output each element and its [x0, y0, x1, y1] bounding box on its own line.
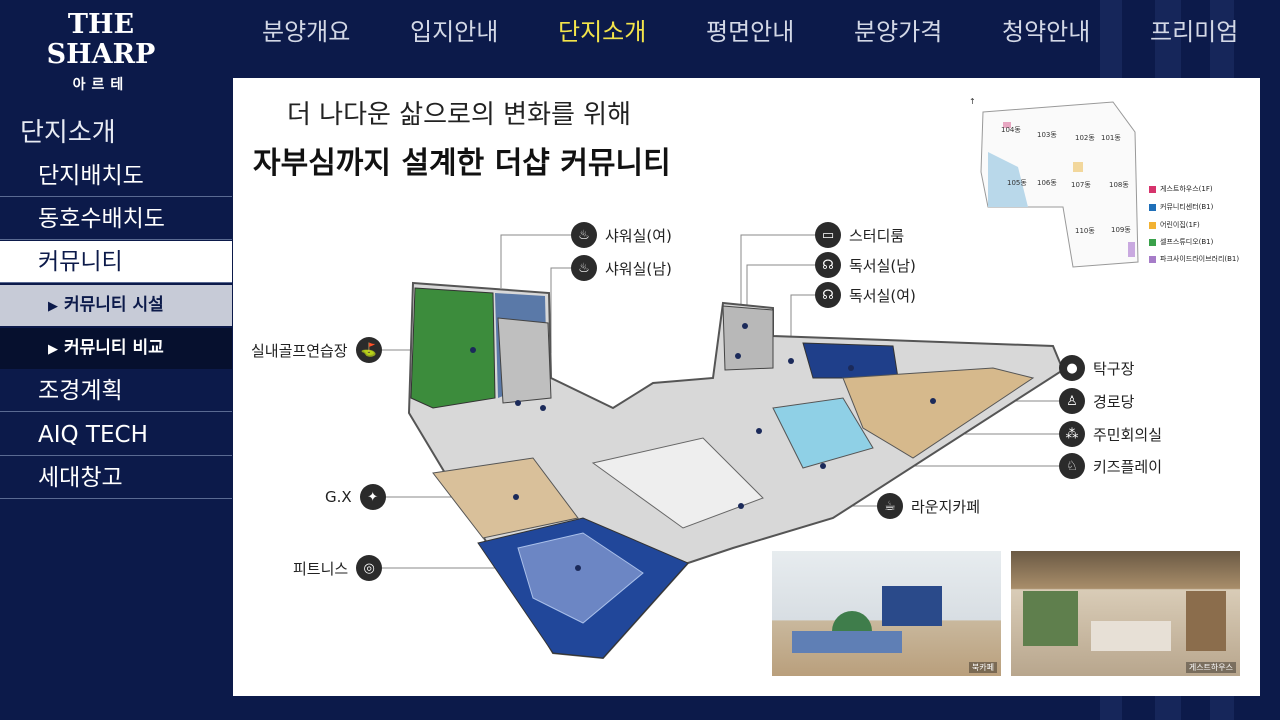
legend-item: 파크사이드라이브러리(B1)	[1149, 254, 1239, 264]
callout-label: 실내골프연습장	[251, 341, 348, 360]
callout-meeting-room: ⁂ 주민회의실	[1059, 421, 1162, 447]
window-shape	[1023, 591, 1078, 646]
callout-label: 경로당	[1093, 392, 1135, 411]
callout-label: 주민회의실	[1093, 425, 1163, 444]
photo-guest-house: 게스트하우스	[1011, 551, 1240, 676]
shelf-shape	[1186, 591, 1226, 651]
callout-label: 탁구장	[1093, 359, 1135, 378]
callout-senior-center: ♙ 경로당	[1059, 388, 1134, 414]
dong-label: 104동	[1001, 126, 1021, 134]
callout-lounge-cafe: ☕ 라운지카페	[877, 493, 980, 519]
legend-item: 셀프스튜디오(B1)	[1149, 237, 1213, 247]
golf-icon: ⛳	[355, 337, 382, 363]
legend-label: 어린이집(1F)	[1160, 221, 1200, 229]
nav-item-overview[interactable]: 분양개요	[262, 14, 350, 50]
photo-caption: 북카페	[968, 662, 997, 673]
sidebar-subitem-label: 커뮤니티 비교	[64, 338, 164, 358]
callout-reading-female: ☊ 독서실(여)	[815, 282, 916, 308]
sidebar-title: 단지소개	[20, 118, 116, 148]
legend-item: 게스트하우스(1F)	[1149, 184, 1213, 194]
logo-subtext: 아르테	[72, 77, 130, 93]
ping-pong-icon: ●	[1059, 355, 1085, 381]
legend-label: 셀프스튜디오(B1)	[1160, 238, 1214, 246]
shower-icon: ♨	[571, 255, 597, 281]
callout-shower-male: ♨ 샤워실(남)	[571, 255, 672, 281]
content-panel: 더 나다운 삶으로의 변화를 위해 자부심까지 설계한 더샵 커뮤니티 ♨ 샤워…	[233, 78, 1260, 696]
legend-swatch	[1149, 203, 1156, 211]
nav-item-complex[interactable]: 단지소개	[558, 14, 646, 50]
callout-label: 독서실(남)	[849, 256, 916, 275]
legend-item: 커뮤니티센터(B1)	[1149, 202, 1213, 212]
dong-label: 103동	[1037, 131, 1057, 139]
dong-label: 106동	[1037, 179, 1057, 187]
sidebar-item-community[interactable]: 커뮤니티	[0, 241, 232, 283]
legend-label: 커뮤니티센터(B1)	[1160, 203, 1214, 211]
shower-icon: ♨	[571, 222, 597, 248]
legend-label: 파크사이드라이브러리(B1)	[1160, 255, 1240, 263]
photo-book-cafe: 북카페	[772, 551, 1001, 676]
book-icon: ▭	[815, 222, 841, 248]
dong-label: 105동	[1007, 179, 1027, 187]
triangle-right-icon: ▶	[48, 342, 58, 357]
counter-shape	[882, 586, 942, 626]
callout-gx: G.X ✦	[325, 484, 386, 510]
callout-label: 스터디룸	[849, 226, 905, 245]
kids-icon: ♘	[1059, 453, 1085, 479]
sidebar-subitem-label: 커뮤니티 시설	[64, 295, 164, 315]
legend-swatch	[1149, 221, 1156, 229]
callout-label: 독서실(여)	[849, 286, 916, 305]
legend-swatch	[1149, 255, 1156, 263]
sidebar-subitem-facilities[interactable]: ▶ 커뮤니티 시설	[0, 285, 232, 326]
callout-indoor-golf: 실내골프연습장 ⛳	[251, 337, 382, 363]
callout-label: 피트니스	[293, 559, 349, 578]
people-icon: ⁂	[1059, 421, 1085, 447]
sidebar-item-unit-plan[interactable]: 동호수배치도	[0, 198, 232, 240]
callout-reading-male: ☊ 독서실(남)	[815, 252, 916, 278]
bench-shape	[792, 631, 902, 653]
sidebar-item-landscape[interactable]: 조경계획	[0, 370, 232, 412]
legend-item: 어린이집(1F)	[1149, 220, 1200, 230]
top-navigation: 분양개요 입지안내 단지소개 평면안내 분양가격 청약안내 프리미엄	[240, 14, 1280, 54]
callout-shower-female: ♨ 샤워실(여)	[571, 222, 672, 248]
nav-item-subscription[interactable]: 청약안내	[1002, 14, 1090, 50]
legend-swatch	[1149, 238, 1156, 246]
dong-label: 108동	[1109, 181, 1129, 189]
cafe-icon: ☕	[877, 493, 903, 519]
gx-icon: ✦	[359, 484, 386, 510]
fitness-icon: ◎	[356, 555, 383, 581]
sidebar-subitem-compare[interactable]: ▶ 커뮤니티 비교	[0, 328, 232, 369]
dong-label: 102동	[1075, 134, 1095, 142]
nav-item-premium[interactable]: 프리미엄	[1150, 14, 1238, 50]
sidebar-item-site-plan[interactable]: 단지배치도	[0, 155, 232, 197]
photo-caption: 게스트하우스	[1185, 662, 1236, 673]
nav-item-price[interactable]: 분양가격	[854, 14, 942, 50]
sofa-shape	[1091, 621, 1171, 651]
reading-icon: ☊	[815, 282, 841, 308]
svg-text:↑: ↑	[969, 97, 976, 106]
nav-item-floorplan[interactable]: 평면안내	[706, 14, 794, 50]
brand-logo[interactable]: THE SHARP 아르테	[20, 10, 182, 94]
callout-label: 샤워실(남)	[605, 259, 672, 278]
logo-text: THE SHARP	[46, 9, 156, 70]
senior-icon: ♙	[1059, 388, 1085, 414]
sidebar-item-storage[interactable]: 세대창고	[0, 457, 232, 499]
callout-label: 라운지카페	[911, 497, 981, 516]
callout-label: G.X	[325, 488, 352, 506]
legend-label: 게스트하우스(1F)	[1160, 185, 1213, 193]
callout-kids-play: ♘ 키즈플레이	[1059, 453, 1162, 479]
dong-label: 107동	[1071, 181, 1091, 189]
callout-fitness: 피트니스 ◎	[293, 555, 383, 581]
dong-label: 109동	[1111, 226, 1131, 234]
callout-study-room: ▭ 스터디룸	[815, 222, 904, 248]
nav-item-location[interactable]: 입지안내	[410, 14, 498, 50]
dong-label: 101동	[1101, 134, 1121, 142]
reading-icon: ☊	[815, 252, 841, 278]
callout-label: 키즈플레이	[1093, 457, 1163, 476]
dong-label: 110동	[1075, 227, 1095, 235]
triangle-right-icon: ▶	[48, 299, 58, 314]
callout-table-tennis: ● 탁구장	[1059, 355, 1134, 381]
callout-label: 샤워실(여)	[605, 226, 672, 245]
sidebar-item-aiq-tech[interactable]: AIQ TECH	[0, 414, 232, 456]
legend-swatch	[1149, 185, 1156, 193]
